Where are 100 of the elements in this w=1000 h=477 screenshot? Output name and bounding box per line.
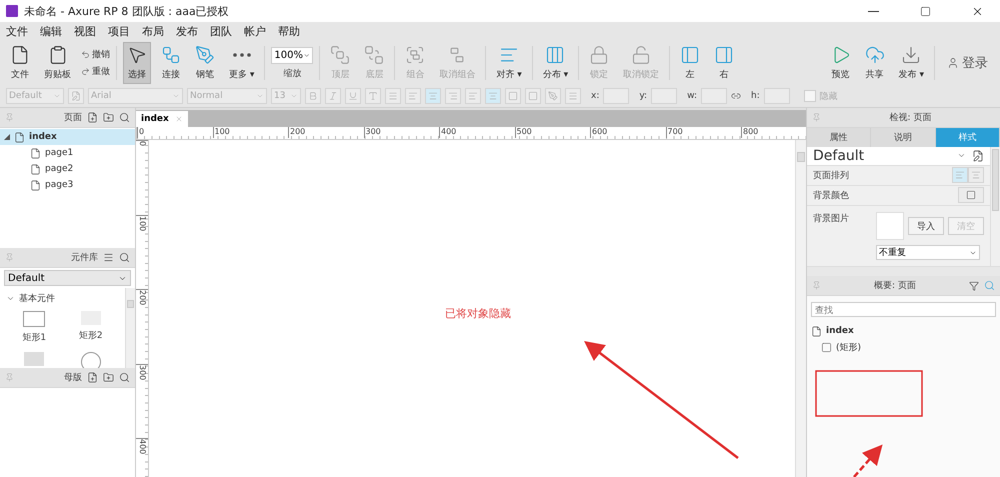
import-button[interactable]: 导入 xyxy=(908,217,944,235)
maximize-icon xyxy=(920,6,930,16)
outline-item[interactable]: (矩形) xyxy=(807,339,1000,355)
align-right-button[interactable] xyxy=(445,88,461,104)
italic-button[interactable] xyxy=(325,88,341,104)
right-tool-button[interactable]: 右 xyxy=(710,42,738,84)
text-color-button[interactable] xyxy=(365,88,381,104)
x-field[interactable] xyxy=(603,88,630,104)
publish-tool-button[interactable]: 发布 ▾ xyxy=(894,42,928,84)
window-title: 未命名 - Axure RP 8 团队版 : aaa已授权 xyxy=(24,4,230,18)
search-icon xyxy=(119,112,130,123)
page-tree-item[interactable]: index xyxy=(0,129,135,145)
menu-item[interactable]: 项目 xyxy=(106,24,132,39)
border-color-button[interactable] xyxy=(545,88,561,104)
scrollbar[interactable] xyxy=(990,147,1000,266)
preview-tool-button[interactable]: 预览 xyxy=(826,42,855,84)
rectangle-widget-icon[interactable] xyxy=(24,352,44,366)
menu-item[interactable]: 布局 xyxy=(140,24,166,39)
ruler-number: 100 xyxy=(212,127,288,138)
undo-button[interactable]: 撤销 xyxy=(81,48,110,61)
underline-button[interactable] xyxy=(345,88,361,104)
color-picker[interactable] xyxy=(958,187,984,204)
outline-item[interactable]: index xyxy=(807,323,1000,339)
menu-item[interactable]: 帮助 xyxy=(276,24,302,39)
share-tool-button[interactable]: 共享 xyxy=(860,42,889,84)
scrollbar[interactable] xyxy=(125,288,135,368)
select-tool-button[interactable]: 选择 xyxy=(123,42,151,84)
color-swatch-icon xyxy=(966,190,976,200)
inspector-tab[interactable]: 属性 xyxy=(807,128,872,147)
canvas-message: 已将对象隐藏 xyxy=(445,306,511,321)
zoom-dropdown[interactable]: 100% xyxy=(271,46,314,64)
clipboard-tool-button[interactable]: 剪贴板 xyxy=(40,42,75,84)
h-field[interactable] xyxy=(764,88,790,104)
align-tool-button[interactable]: 对齐 ▾ xyxy=(492,42,526,84)
panel-title: 母版 xyxy=(64,372,82,384)
scrollbar[interactable] xyxy=(807,266,1000,276)
align-top-button[interactable] xyxy=(465,88,481,104)
ruler-number: 200 xyxy=(288,127,364,138)
align-left-button[interactable] xyxy=(405,88,421,104)
search-field[interactable]: 查找 xyxy=(811,302,996,317)
app-logo-icon xyxy=(6,5,18,17)
menu-item[interactable]: 编辑 xyxy=(38,24,64,39)
file-tool-button[interactable]: 文件 xyxy=(6,42,34,84)
redo-button[interactable]: 重做 xyxy=(81,65,110,78)
y-field[interactable] xyxy=(651,88,678,104)
pen-icon xyxy=(195,45,215,65)
y-label: y: xyxy=(639,91,648,101)
menu-item[interactable]: 团队 xyxy=(208,24,234,39)
align-middle-button[interactable] xyxy=(485,88,501,104)
page-tree-item[interactable]: page2 xyxy=(0,161,135,177)
login-button[interactable]: 登录 xyxy=(941,54,994,72)
pointer-icon xyxy=(127,45,147,65)
scrollbar[interactable] xyxy=(795,140,806,477)
align-center-icon xyxy=(971,170,981,180)
pin-icon xyxy=(812,281,821,290)
unlock-icon xyxy=(631,45,652,65)
inspector-tab[interactable]: 说明 xyxy=(871,128,936,147)
panel-title: 检视: 页面 xyxy=(888,112,932,124)
more-tool-button[interactable]: 更多 ▾ xyxy=(225,42,258,84)
shadow-button[interactable] xyxy=(525,88,541,104)
ruler-number: 500 xyxy=(514,127,590,138)
fill-color-button[interactable] xyxy=(505,88,521,104)
connect-tool-button[interactable]: 连接 xyxy=(157,42,185,84)
menu-item[interactable]: 帐户 xyxy=(242,24,268,39)
page-icon xyxy=(14,132,25,142)
left-tool-button[interactable]: 左 xyxy=(676,42,704,84)
bullet-list-button[interactable] xyxy=(385,88,401,104)
hidden-checkbox[interactable] xyxy=(804,90,816,102)
line-width-button[interactable] xyxy=(565,88,581,104)
right-panel-icon xyxy=(714,45,734,65)
style-edit-button[interactable] xyxy=(68,88,84,104)
menu-item[interactable]: 发布 xyxy=(174,24,200,39)
design-canvas[interactable]: 已将对象隐藏 xyxy=(149,140,795,477)
pin-icon xyxy=(812,113,821,122)
widget-group-header[interactable]: 基本元件 xyxy=(6,292,119,305)
menu-item[interactable]: 文件 xyxy=(4,24,30,39)
add-folder-icon xyxy=(103,372,114,383)
rectangle-widget-icon[interactable] xyxy=(23,311,46,327)
menu-item[interactable]: 视图 xyxy=(72,24,98,39)
align-center-button[interactable] xyxy=(425,88,441,104)
page-tab[interactable]: index xyxy=(136,111,188,127)
undo-icon xyxy=(81,50,90,59)
pen-tool-button[interactable]: 钢笔 xyxy=(191,42,219,84)
menu-icon xyxy=(103,252,114,263)
circle-widget-icon[interactable] xyxy=(80,352,101,368)
add-folder-icon xyxy=(103,112,114,123)
image-preview xyxy=(876,212,904,240)
w-field[interactable] xyxy=(700,88,727,104)
widget-label: 矩形2 xyxy=(78,330,103,342)
library-dropdown[interactable]: Default xyxy=(4,270,131,286)
distribute-icon xyxy=(545,45,566,65)
page-tree-item[interactable]: page1 xyxy=(0,145,135,161)
ruler-number: 300 xyxy=(138,364,147,380)
bold-button[interactable] xyxy=(305,88,321,104)
distribute-tool-button[interactable]: 分布 ▾ xyxy=(538,42,572,84)
shadow-icon xyxy=(528,91,538,101)
page-tree-item[interactable]: page3 xyxy=(0,177,135,193)
repeat-dropdown[interactable]: 不重复 xyxy=(876,245,980,260)
bold-icon xyxy=(308,91,318,101)
annotation-arrow xyxy=(853,444,883,477)
